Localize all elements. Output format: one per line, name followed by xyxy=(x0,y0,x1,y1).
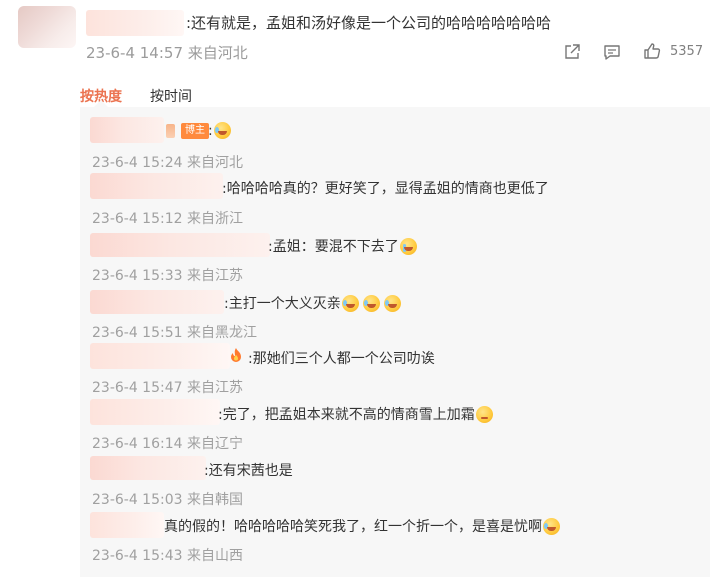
worried-emoji xyxy=(475,405,493,423)
reply-username-blurred[interactable] xyxy=(90,343,230,369)
reply-username-blurred[interactable] xyxy=(90,399,220,425)
laugh-cry-emoji xyxy=(543,517,560,535)
post-time-location: 23-6-4 14:57 来自河北 xyxy=(86,44,248,62)
reply-username-blurred[interactable] xyxy=(90,290,224,314)
reply-meta: 23-6-4 15:51 来自黑龙江 xyxy=(92,325,257,341)
reply-meta: 23-6-4 15:12 来自浙江 xyxy=(92,211,243,227)
reply-text: :那她们三个人都一个公司叻诶 xyxy=(248,351,435,367)
reply-text: 真的假的！哈哈哈哈哈笑死我了，红一个折一个，是喜是忧啊 xyxy=(164,516,560,536)
username-blurred[interactable] xyxy=(86,10,184,36)
reply-text: :主打一个大义灭亲 xyxy=(224,293,401,313)
reply-text-content: 真的假的！哈哈哈哈哈笑死我了，红一个折一个，是喜是忧啊 xyxy=(164,519,542,535)
reply-text: : xyxy=(208,122,231,139)
laugh-cry-emoji xyxy=(213,122,231,139)
comment-icon[interactable] xyxy=(602,42,622,62)
like-icon[interactable] xyxy=(642,41,662,61)
reply-meta: 23-6-4 15:24 来自河北 xyxy=(92,155,243,171)
laugh-cry-emoji xyxy=(341,294,359,312)
author-badge: 博主 xyxy=(181,123,209,139)
laugh-cry-emoji xyxy=(383,294,401,312)
reply-text-content: :完了，把孟姐本来就不高的情商雪上加霜 xyxy=(218,407,475,423)
reply-text-content: :孟姐：要混不下去了 xyxy=(268,239,399,255)
reply-text: :孟姐：要混不下去了 xyxy=(268,236,417,256)
verified-mark xyxy=(166,124,175,138)
reply-text-content: :主打一个大义灭亲 xyxy=(224,296,341,312)
reply-meta: 23-6-4 15:33 来自江苏 xyxy=(92,268,243,284)
reply-username-blurred[interactable] xyxy=(90,173,223,199)
share-icon[interactable] xyxy=(562,42,582,62)
like-count: 5357 xyxy=(670,44,704,59)
avatar[interactable] xyxy=(18,6,76,48)
reply-username-blurred[interactable] xyxy=(90,233,270,257)
reply-text: :还有宋茜也是 xyxy=(204,463,293,479)
panel-arrow xyxy=(94,100,108,107)
reply-text-content: : xyxy=(208,122,213,139)
post-text: :还有就是，孟姐和汤好像是一个公司的哈哈哈哈哈哈哈 xyxy=(186,14,552,32)
fire-icon xyxy=(231,348,241,362)
reply-username-blurred[interactable] xyxy=(90,456,206,480)
reply-username-blurred[interactable] xyxy=(90,512,164,538)
tab-sort-by-time[interactable]: 按时间 xyxy=(150,86,192,106)
reply-meta: 23-6-4 15:43 来自山西 xyxy=(92,548,243,564)
laugh-cry-emoji xyxy=(362,294,380,312)
crying-emoji xyxy=(399,237,417,255)
reply-meta: 23-6-4 15:03 来自韩国 xyxy=(92,492,243,508)
reply-text: :完了，把孟姐本来就不高的情商雪上加霜 xyxy=(218,404,493,424)
reply-text: :哈哈哈哈真的？更好笑了，显得孟姐的情商也更低了 xyxy=(222,181,549,197)
reply-meta: 23-6-4 15:47 来自江苏 xyxy=(92,380,243,396)
reply-meta: 23-6-4 16:14 来自辽宁 xyxy=(92,436,243,452)
reply-username-blurred[interactable] xyxy=(90,117,164,143)
